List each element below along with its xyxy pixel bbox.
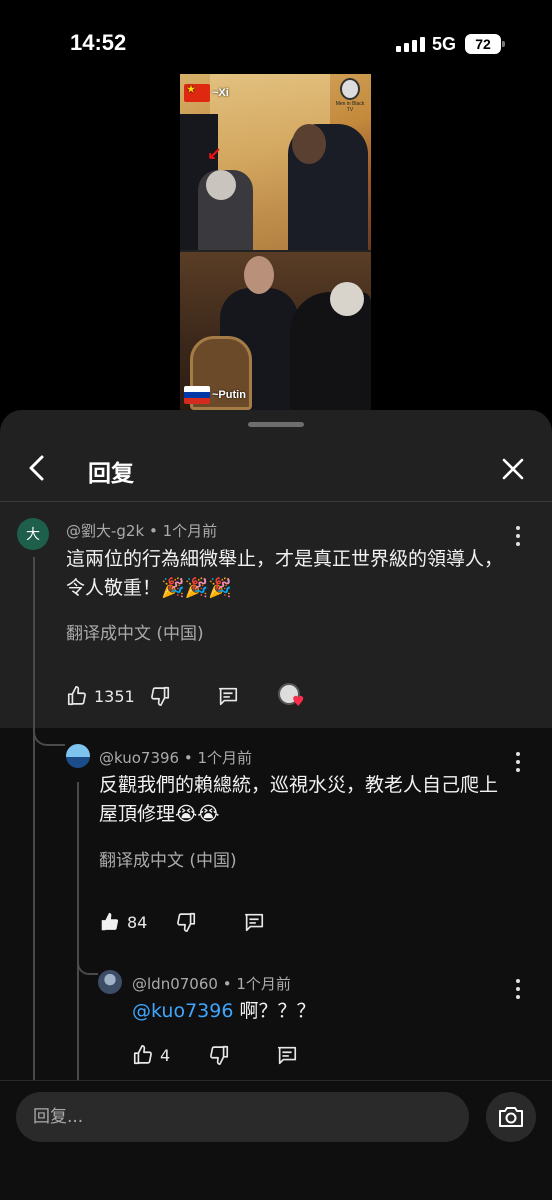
signal-icon (396, 37, 425, 52)
sheet-title: 回复 (88, 461, 134, 487)
battery-level: 72 (475, 36, 491, 52)
video-player[interactable]: ↓ ~Xi Men in Black TV ~Putin (180, 74, 371, 410)
comment-time: 1个月前 (236, 975, 291, 993)
mention-link[interactable]: @kuo7396 (132, 1000, 233, 1022)
russia-flag-icon: ~Putin (184, 386, 246, 404)
comment-actions: 4 (132, 1044, 298, 1066)
comment-text: @kuo7396 啊？？？ (132, 997, 502, 1026)
status-time: 14:52 (70, 30, 127, 55)
comment-text: 反觀我們的賴總統，巡視水災，教老人自己爬上屋頂修理😭😭 (99, 774, 499, 825)
translate-link[interactable]: 翻译成中文 (中国) (99, 846, 237, 871)
video-frame-bottom: ~Putin (180, 252, 371, 410)
more-icon[interactable] (514, 752, 522, 772)
comment-time: 1个月前 (197, 749, 253, 767)
header-divider (0, 501, 552, 502)
like-count: 1351 (94, 686, 135, 706)
like-icon (133, 1045, 152, 1065)
sheet-header: 回复 (0, 434, 552, 502)
comment-time: 1个月前 (162, 522, 218, 540)
network-type: 5G (432, 34, 457, 54)
reply-input-bar: 回复... (0, 1080, 552, 1200)
like-icon (67, 686, 86, 706)
drag-handle[interactable] (248, 422, 304, 427)
translate-link[interactable]: 翻译成中文 (中国) (66, 619, 204, 644)
like-button[interactable]: 1351 (66, 685, 135, 707)
thread-connector (33, 725, 65, 746)
reply-input[interactable]: 回复... (16, 1092, 469, 1142)
thread-line (77, 782, 79, 1082)
comment-meta: @kuo7396 • 1个月前 (99, 749, 253, 767)
battery-icon: 72 (465, 34, 505, 54)
china-flag-icon: ~Xi (184, 84, 229, 102)
label-xi: ~Xi (212, 87, 229, 99)
reply-icon[interactable] (217, 685, 239, 707)
comment-actions: 1351 (66, 685, 239, 707)
like-count: 4 (160, 1045, 171, 1065)
comment-author[interactable]: @劉大-g2k (66, 522, 144, 540)
comment-text-content: 啊？？？ (239, 1000, 316, 1022)
reply-icon[interactable] (276, 1044, 298, 1066)
dislike-icon[interactable] (175, 911, 197, 933)
status-bar: 14:52 5G 72 (0, 0, 552, 74)
avatar[interactable] (98, 970, 122, 994)
more-icon[interactable] (514, 526, 522, 546)
avatar-letter: 大 (26, 527, 40, 543)
like-count: 84 (127, 912, 148, 932)
camera-icon (499, 1107, 523, 1127)
like-icon-filled (101, 912, 119, 931)
channel-watermark: Men in Black TV (332, 78, 368, 113)
close-icon[interactable] (500, 456, 526, 482)
avatar[interactable] (66, 744, 90, 768)
more-icon[interactable] (514, 979, 522, 999)
dislike-icon[interactable] (208, 1044, 230, 1066)
thread-connector (77, 955, 98, 975)
label-putin: ~Putin (212, 389, 246, 401)
comment-meta: @ldn07060 • 1个月前 (132, 975, 291, 993)
camera-button[interactable] (486, 1092, 536, 1142)
watermark-text: Men in Black TV (335, 101, 365, 113)
heart-icon: ♥ (292, 694, 305, 710)
reply-icon[interactable] (243, 911, 265, 933)
comment-text: 這兩位的行為細微舉止，才是真正世界級的領導人，令人敬重！🎉🎉🎉 (66, 548, 504, 599)
avatar[interactable]: 大 (17, 518, 49, 550)
comment-author[interactable]: @kuo7396 (99, 749, 179, 767)
comment-actions: 84 (99, 911, 265, 933)
dislike-icon[interactable] (149, 685, 171, 707)
back-icon[interactable] (24, 454, 50, 482)
comment-meta: @劉大-g2k • 1个月前 (66, 522, 218, 540)
creator-heart-badge: ♥ (278, 683, 308, 709)
video-frame-top: ↓ ~Xi Men in Black TV (180, 74, 371, 250)
like-button[interactable]: 84 (99, 911, 147, 933)
like-button[interactable]: 4 (132, 1044, 170, 1066)
thread-line (33, 557, 35, 1080)
comment-author[interactable]: @ldn07060 (132, 975, 218, 993)
